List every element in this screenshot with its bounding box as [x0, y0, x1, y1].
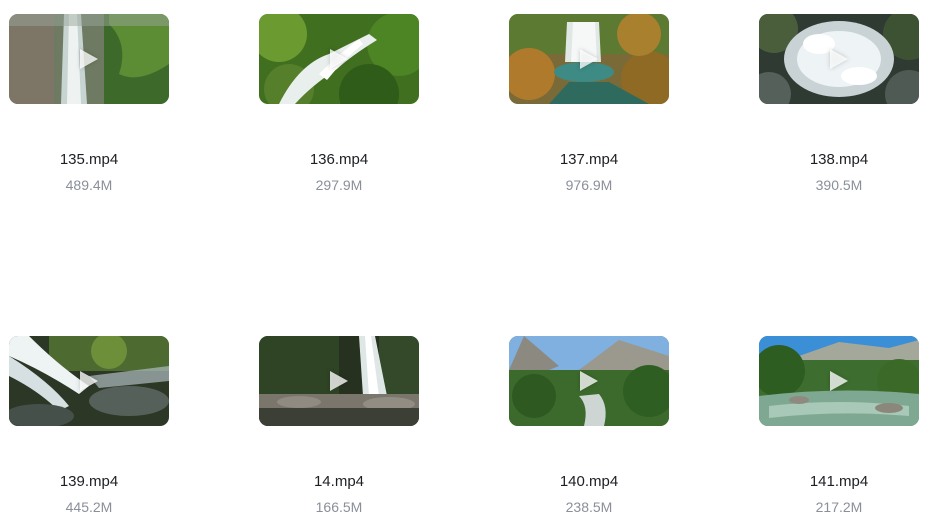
video-card[interactable]: 139.mp4 445.2M [9, 336, 259, 528]
video-grid: 135.mp4 489.4M 136.mp4 297.9M 137.mp4 97… [0, 0, 932, 528]
file-name[interactable]: 141.mp4 [759, 473, 919, 490]
file-size: 217.2M [815, 499, 863, 515]
file-name[interactable]: 136.mp4 [259, 151, 419, 168]
file-size: 297.9M [315, 177, 363, 193]
video-card[interactable]: 14.mp4 166.5M [259, 336, 509, 528]
video-card[interactable]: 136.mp4 297.9M [259, 14, 509, 214]
file-name[interactable]: 135.mp4 [9, 151, 169, 168]
file-size: 238.5M [565, 499, 613, 515]
video-card[interactable]: 137.mp4 976.9M [509, 14, 759, 214]
file-name[interactable]: 140.mp4 [509, 473, 669, 490]
video-thumbnail[interactable] [759, 336, 919, 426]
video-thumbnail[interactable] [259, 336, 419, 426]
video-thumbnail[interactable] [509, 14, 669, 104]
play-icon [580, 371, 598, 391]
file-size: 166.5M [315, 499, 363, 515]
file-size: 390.5M [815, 177, 863, 193]
play-icon [80, 371, 98, 391]
file-size: 976.9M [565, 177, 613, 193]
play-icon [580, 49, 598, 69]
video-card[interactable]: 141.mp4 217.2M [759, 336, 932, 528]
file-name[interactable]: 139.mp4 [9, 473, 169, 490]
file-name[interactable]: 137.mp4 [509, 151, 669, 168]
video-card[interactable]: 135.mp4 489.4M [9, 14, 259, 214]
file-size: 445.2M [65, 499, 113, 515]
video-thumbnail[interactable] [759, 14, 919, 104]
play-icon [330, 371, 348, 391]
file-name[interactable]: 14.mp4 [259, 473, 419, 490]
video-thumbnail[interactable] [9, 336, 169, 426]
video-thumbnail[interactable] [509, 336, 669, 426]
play-icon [330, 49, 348, 69]
file-size: 489.4M [65, 177, 113, 193]
video-thumbnail[interactable] [259, 14, 419, 104]
file-name[interactable]: 138.mp4 [759, 151, 919, 168]
video-card[interactable]: 140.mp4 238.5M [509, 336, 759, 528]
play-icon [830, 371, 848, 391]
video-card[interactable]: 138.mp4 390.5M [759, 14, 932, 214]
play-icon [80, 49, 98, 69]
video-thumbnail[interactable] [9, 14, 169, 104]
play-icon [830, 49, 848, 69]
